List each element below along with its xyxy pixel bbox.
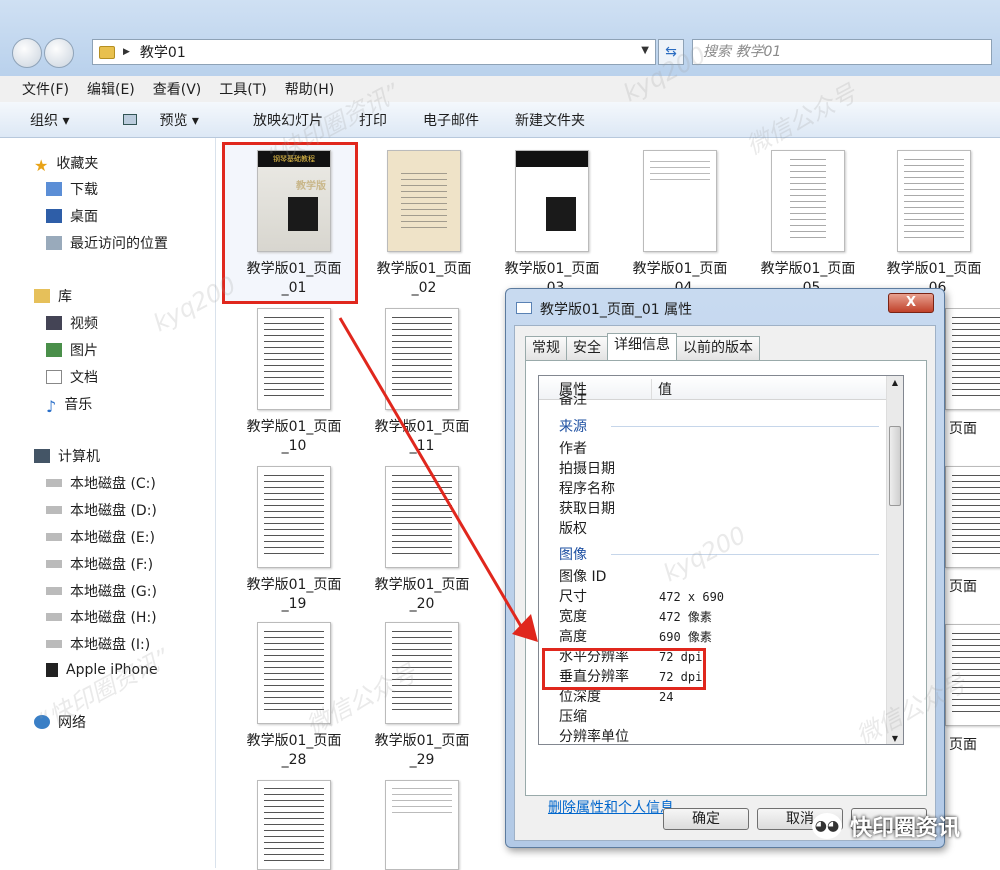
brand-watermark: ◕◕ 快印圈资讯 — [812, 810, 960, 842]
wechat-logo-icon: ◕◕ — [812, 813, 842, 839]
explorer-window: ▶ 教学01 ▼ ⇆ 搜索 教学01 文件(F) 编辑(E) 查看(V) 工具(… — [0, 0, 1000, 870]
annotation-arrow — [338, 317, 538, 642]
arrow-line — [338, 317, 524, 629]
brand-text: 快印圈资讯 — [850, 816, 961, 841]
